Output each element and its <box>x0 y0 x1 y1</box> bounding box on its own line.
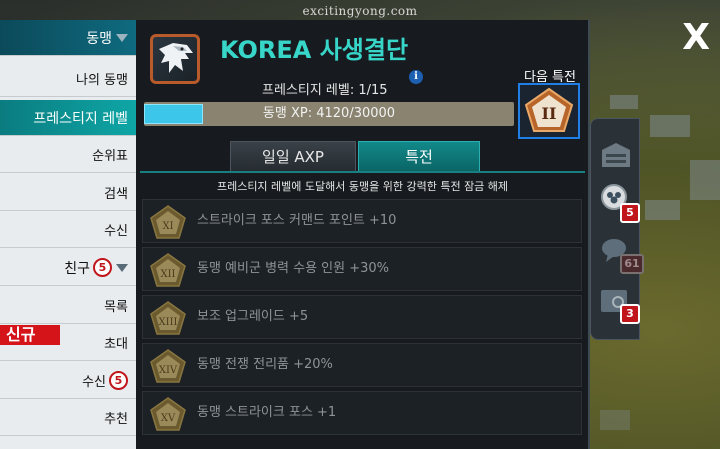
sidebar-item-label: 수신 <box>82 375 106 390</box>
perk-text: 스트라이크 포스 커맨드 포인트 +10 <box>197 213 397 228</box>
perk-emblem-icon: XV <box>150 397 186 431</box>
perk-emblem-icon: XIII <box>150 301 186 335</box>
perk-row: XII 동맹 예비군 병력 수용 인원 +30% <box>142 247 582 291</box>
alliance-count-badge: 5 <box>620 203 640 223</box>
sidebar-item-search[interactable]: 검색 <box>0 175 136 211</box>
perk-text: 동맹 스트라이크 포스 +1 <box>197 405 337 420</box>
friends-count-badge: 5 <box>93 258 112 277</box>
close-button[interactable]: X <box>682 20 710 56</box>
sidebar-item-leaderboard[interactable]: 순위표 <box>0 137 136 173</box>
sidebar-item-label: 수신 <box>104 224 128 239</box>
sidebar-item-label: 검색 <box>104 187 128 202</box>
sidebar: 동맹 나의 동맹 프레스티지 레벨 순위표 검색 수신 친구 5 목록 초대 수… <box>0 20 136 449</box>
svg-text:XI: XI <box>162 221 173 232</box>
perk-emblem-icon: XI <box>150 205 186 239</box>
mail-count-badge: 3 <box>620 304 640 324</box>
new-badge: 신규 <box>0 325 60 345</box>
perk-row: XV 동맹 스트라이크 포스 +1 <box>142 391 582 435</box>
inbox-count-badge: 5 <box>109 371 128 390</box>
xp-text: 동맹 XP: 4120/30000 <box>262 106 396 121</box>
sidebar-item-my-alliance[interactable]: 나의 동맹 <box>0 61 136 97</box>
perk-emblem-icon: XII <box>150 253 186 287</box>
next-perk-emblem-icon: II <box>524 87 574 132</box>
next-perk-badge[interactable]: II <box>518 83 580 139</box>
sidebar-item-label: 순위표 <box>92 149 128 164</box>
alliance-emblem <box>150 34 200 84</box>
svg-text:II: II <box>542 104 557 123</box>
sidebar-item-friend-inbox[interactable]: 수신 5 <box>0 363 136 399</box>
perk-text: 보조 업그레이드 +5 <box>197 309 309 324</box>
alliance-xp-bar: 동맹 XP: 4120/30000 <box>144 102 514 126</box>
perk-text: 동맹 예비군 병력 수용 인원 +30% <box>197 261 390 276</box>
sidebar-item-label: 프레스티지 레벨 <box>33 110 128 127</box>
sidebar-item-friend-list[interactable]: 목록 <box>0 288 136 324</box>
sidebar-item-label: 추천 <box>104 412 128 427</box>
info-icon[interactable]: i <box>409 70 423 84</box>
alliance-name: KOREA 사생결단 <box>220 36 409 64</box>
eagle-icon <box>159 43 193 73</box>
sidebar-header-label: 동맹 <box>86 30 112 47</box>
sidebar-item-label: 초대 <box>104 337 128 352</box>
sidebar-item-inbox[interactable]: 수신 <box>0 212 136 248</box>
tab-daily-axp[interactable]: 일일 AXP <box>230 141 356 171</box>
sidebar-friends-header[interactable]: 친구 5 <box>0 250 136 286</box>
prestige-level-text: 프레스티지 레벨: 1/15 <box>262 83 388 98</box>
sidebar-alliance-header[interactable]: 동맹 <box>0 20 136 56</box>
chat-count-badge: 61 <box>620 254 644 274</box>
sidebar-header-label: 친구 <box>64 260 90 277</box>
tab-underline <box>140 171 585 173</box>
svg-text:XIII: XIII <box>159 317 178 328</box>
tab-perks[interactable]: 특전 <box>358 141 480 171</box>
base-icon[interactable] <box>598 140 634 170</box>
chevron-down-icon <box>116 33 128 42</box>
sidebar-item-label: 목록 <box>104 300 128 315</box>
watermark: excitingyong.com <box>302 4 418 18</box>
svg-text:XIV: XIV <box>159 365 178 376</box>
perks-description: 프레스티지 레벨에 도달해서 동맹을 위한 강력한 특전 잠금 해제 <box>216 180 509 193</box>
sidebar-item-recommend[interactable]: 추천 <box>0 400 136 436</box>
perk-row: XIII 보조 업그레이드 +5 <box>142 295 582 339</box>
sidebar-item-label: 나의 동맹 <box>76 73 128 88</box>
svg-text:XV: XV <box>161 413 176 424</box>
perk-row: XI 스트라이크 포스 커맨드 포인트 +10 <box>142 199 582 243</box>
perk-text: 동맹 전쟁 전리품 +20% <box>197 357 333 372</box>
sidebar-item-prestige-level[interactable]: 프레스티지 레벨 <box>0 100 136 136</box>
chevron-down-icon <box>116 263 128 272</box>
perk-emblem-icon: XIV <box>150 349 186 383</box>
perk-row: XIV 동맹 전쟁 전리품 +20% <box>142 343 582 387</box>
svg-text:XII: XII <box>160 269 175 280</box>
